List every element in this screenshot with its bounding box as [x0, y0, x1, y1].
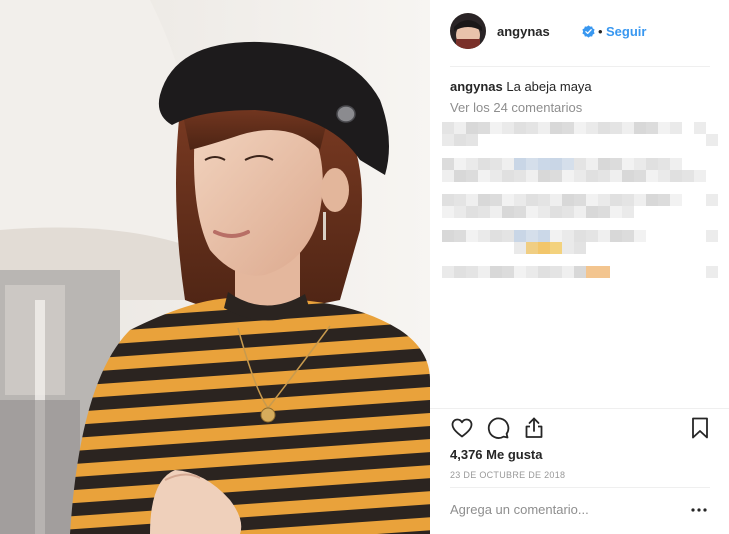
username-link[interactable]: angynas	[497, 24, 550, 39]
more-options-icon[interactable]	[689, 502, 709, 518]
blurred-comment-fragment	[694, 122, 706, 134]
likes-count[interactable]: 4,376 Me gusta	[450, 447, 543, 462]
comment-icon[interactable]	[486, 416, 510, 440]
header-divider	[450, 66, 710, 67]
blurred-comment-fragment	[706, 134, 718, 146]
post-actions-bar	[450, 416, 712, 442]
blurred-comment-row	[514, 242, 586, 254]
post-details-panel: angynas • Seguir angynas La abeja maya V…	[430, 0, 729, 534]
separator-dot: •	[598, 24, 603, 39]
heart-icon[interactable]	[450, 416, 474, 440]
post-date[interactable]: 23 DE OCTUBRE DE 2018	[450, 470, 565, 480]
portrait-image	[0, 0, 430, 534]
caption-username[interactable]: angynas	[450, 79, 503, 94]
blurred-comment-row	[442, 230, 646, 242]
bookmark-icon[interactable]	[688, 416, 712, 440]
blurred-comment-row	[442, 158, 682, 170]
avatar[interactable]	[450, 13, 486, 49]
follow-button[interactable]: Seguir	[606, 24, 646, 39]
blurred-comment-row	[442, 194, 682, 206]
blurred-comment-row	[442, 122, 682, 134]
comment-divider	[450, 487, 710, 488]
blurred-comment-fragment	[706, 266, 718, 278]
post-caption: angynas La abeja maya	[450, 79, 592, 94]
blurred-comment-row	[442, 134, 478, 146]
blurred-comment-fragment	[706, 194, 718, 206]
share-icon[interactable]	[522, 416, 546, 440]
blurred-comments-area	[442, 122, 722, 292]
view-all-comments-link[interactable]: Ver los 24 comentarios	[450, 100, 582, 115]
actions-divider	[430, 408, 729, 409]
blurred-comment-row	[442, 206, 634, 218]
instagram-post: angynas • Seguir angynas La abeja maya V…	[0, 0, 729, 534]
caption-text: La abeja maya	[506, 79, 592, 94]
post-photo[interactable]	[0, 0, 430, 534]
blurred-comment-row	[442, 266, 610, 278]
add-comment-input[interactable]	[450, 502, 670, 517]
verified-badge-icon	[582, 25, 595, 38]
blurred-comment-row	[442, 170, 706, 182]
avatar-image	[450, 13, 486, 49]
post-header: angynas • Seguir	[430, 0, 729, 66]
blurred-comment-fragment	[706, 230, 718, 242]
